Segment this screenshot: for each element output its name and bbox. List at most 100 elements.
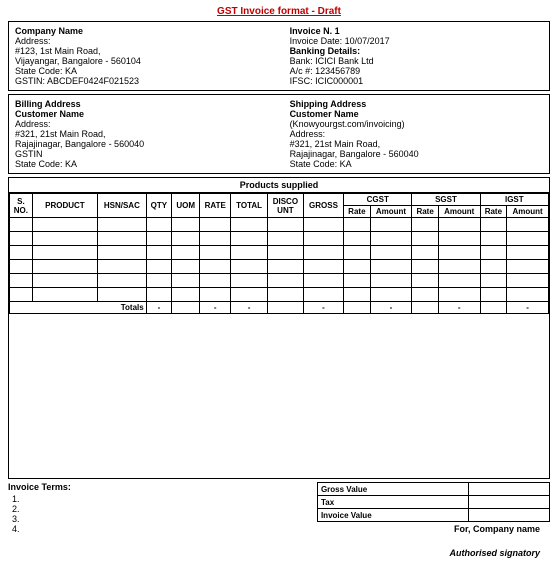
- shipping-state: State Code: KA: [290, 159, 543, 169]
- invoice-date: 10/07/2017: [345, 36, 390, 46]
- signatory-section: For, Company name Authorised signatory: [317, 524, 550, 558]
- invoice-number-label: Invoice N.: [290, 26, 333, 36]
- invoice-info: Invoice N. 1 Invoice Date: 10/07/2017 Ba…: [290, 26, 543, 86]
- totals-igst-amt: -: [507, 302, 549, 314]
- company-gstin: GSTIN: ABCDEF0424F021523: [15, 76, 268, 86]
- totals-rate: -: [200, 302, 231, 314]
- terms-title: Invoice Terms:: [8, 482, 306, 492]
- col-uom: UOM: [172, 194, 200, 218]
- col-gross: GROSS: [303, 194, 343, 218]
- company-info: Company Name Address: #123, 1st Main Roa…: [15, 26, 268, 86]
- col-product: PRODUCT: [32, 194, 97, 218]
- footer-section: Invoice Terms: 1. 2. 3. 4. Gross Value T…: [8, 482, 550, 558]
- table-row: [10, 246, 549, 260]
- col-discount: DISCO UNT: [267, 194, 303, 218]
- company-address1: #123, 1st Main Road,: [15, 46, 268, 56]
- shipping-address1: #321, 21st Main Road,: [290, 139, 543, 149]
- address-section: Billing Address Customer Name Address: #…: [8, 94, 550, 174]
- billing-address2: Rajajinagar, Bangalore - 560040: [15, 139, 268, 149]
- table-row: [10, 218, 549, 232]
- invoice-date-label: Invoice Date:: [290, 36, 343, 46]
- products-table: S. NO. PRODUCT HSN/SAC QTY UOM RATE TOTA…: [9, 193, 549, 314]
- shipping-address: Shipping Address Customer Name (Knowyour…: [290, 99, 543, 169]
- table-row: [10, 274, 549, 288]
- products-tbody: Totals - - - - - - -: [10, 218, 549, 314]
- totals-uom: [172, 302, 200, 314]
- billing-customer-name: Customer Name: [15, 109, 268, 119]
- igst-rate: Rate: [480, 206, 507, 218]
- gross-value-label: Gross Value: [317, 483, 468, 496]
- totals-cgst-rate: [344, 302, 371, 314]
- billing-address-label: Address:: [15, 119, 268, 129]
- table-header-row-1: S. NO. PRODUCT HSN/SAC QTY UOM RATE TOTA…: [10, 194, 549, 206]
- term-2: 2.: [12, 504, 306, 514]
- invoice-number: 1: [335, 26, 340, 36]
- totals-sgst-rate: [412, 302, 439, 314]
- col-hsn: HSN/SAC: [98, 194, 147, 218]
- col-qty: QTY: [146, 194, 171, 218]
- company-state: State Code: KA: [15, 66, 268, 76]
- header-section: Company Name Address: #123, 1st Main Roa…: [8, 21, 550, 91]
- ifsc-code: IFSC: ICIC000001: [290, 76, 543, 86]
- billing-state: State Code: KA: [15, 159, 268, 169]
- totals-label: Totals: [10, 302, 147, 314]
- term-4: 4.: [12, 524, 306, 534]
- billing-address1: #321, 21st Main Road,: [15, 129, 268, 139]
- invoice-date-line: Invoice Date: 10/07/2017: [290, 36, 543, 46]
- shipping-title: Shipping Address: [290, 99, 543, 109]
- shipping-address-label: Address:: [290, 129, 543, 139]
- products-section: Products supplied S. NO. PRODUCT HSN/SAC…: [8, 177, 550, 479]
- shipping-customer-name: Customer Name: [290, 109, 543, 119]
- col-total: TOTAL: [231, 194, 268, 218]
- totals-cgst-amt: -: [370, 302, 412, 314]
- term-1: 1.: [12, 494, 306, 504]
- summary-gross-row: Gross Value: [317, 483, 549, 496]
- table-row: [10, 260, 549, 274]
- totals-sgst-amt: -: [438, 302, 480, 314]
- draft-title: GST Invoice format - Draft: [8, 6, 550, 17]
- col-cgst-header: CGST: [344, 194, 412, 206]
- table-row: [10, 288, 549, 302]
- company-name: Company Name: [15, 26, 268, 36]
- summary-tax-row: Tax: [317, 496, 549, 509]
- totals-igst-rate: [480, 302, 507, 314]
- invoice-page: GST Invoice format - Draft Company Name …: [0, 0, 558, 566]
- summary-invoice-row: Invoice Value: [317, 509, 549, 522]
- bank-name: Bank: ICICI Bank Ltd: [290, 56, 543, 66]
- company-address2: Vijayangar, Bangalore - 560104: [15, 56, 268, 66]
- shipping-website: (Knowyourgst.com/invoicing): [290, 119, 543, 129]
- billing-title: Billing Address: [15, 99, 268, 109]
- shipping-address2: Rajajinagar, Bangalore - 560040: [290, 149, 543, 159]
- cgst-rate: Rate: [344, 206, 371, 218]
- sgst-rate: Rate: [412, 206, 439, 218]
- banking-label: Banking Details:: [290, 46, 543, 56]
- invoice-value: [468, 509, 549, 522]
- totals-qty: -: [146, 302, 171, 314]
- sgst-amount: Amount: [438, 206, 480, 218]
- term-3: 3.: [12, 514, 306, 524]
- invoice-terms: Invoice Terms: 1. 2. 3. 4.: [8, 482, 306, 558]
- billing-address: Billing Address Customer Name Address: #…: [15, 99, 268, 169]
- igst-amount: Amount: [507, 206, 549, 218]
- totals-row: Totals - - - - - - -: [10, 302, 549, 314]
- col-sno: S. NO.: [10, 194, 33, 218]
- company-address-label: Address:: [15, 36, 268, 46]
- gross-value: [468, 483, 549, 496]
- products-title: Products supplied: [9, 178, 549, 193]
- totals-total: -: [231, 302, 268, 314]
- for-company: For, Company name: [317, 524, 540, 534]
- col-rate: RATE: [200, 194, 231, 218]
- col-sgst-header: SGST: [412, 194, 480, 206]
- invoice-value-label: Invoice Value: [317, 509, 468, 522]
- invoice-number-line: Invoice N. 1: [290, 26, 543, 36]
- authorised-signatory: Authorised signatory: [317, 548, 540, 558]
- summary-table: Gross Value Tax Invoice Value: [317, 482, 550, 522]
- billing-gstin: GSTIN: [15, 149, 268, 159]
- tax-value: [468, 496, 549, 509]
- totals-gross: -: [303, 302, 343, 314]
- summary-section: Gross Value Tax Invoice Value For, Compa…: [317, 482, 550, 558]
- totals-discount: [267, 302, 303, 314]
- table-row: [10, 232, 549, 246]
- account-number: A/c #: 123456789: [290, 66, 543, 76]
- tax-label: Tax: [317, 496, 468, 509]
